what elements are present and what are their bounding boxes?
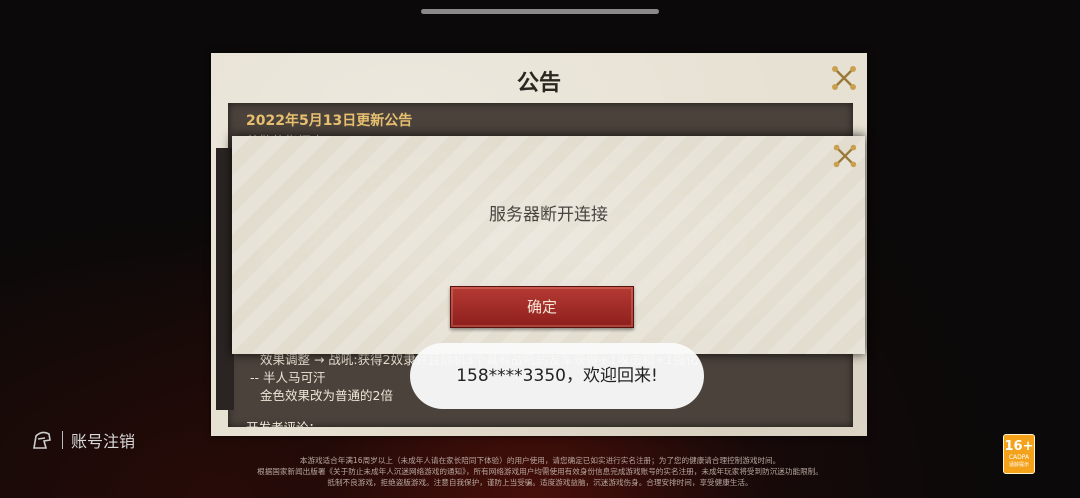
account-cancel-button[interactable]: 账号注销 — [30, 428, 135, 452]
confirm-button[interactable]: 确定 — [450, 286, 634, 328]
announcement-line: -- 半人马可汗 — [250, 370, 326, 385]
disclaimer-line: 抵制不良游戏，拒绝盗版游戏。注意自我保护，谨防上当受骗。适度游戏益脑，沉迷游戏伤… — [327, 478, 753, 487]
disclaimer-line: 本游戏适合年满16周岁以上（未成年人请在家长陪同下体验）的用户使用，请您确定已如… — [299, 456, 781, 465]
announcement-heading: 2022年5月13日更新公告 — [246, 113, 413, 129]
announcement-close-icon[interactable] — [829, 63, 859, 93]
announcement-line: 金色效果改为普通的2倍 — [260, 388, 393, 403]
disconnect-dialog: 服务器断开连接 确定 — [232, 136, 865, 354]
dialog-message: 服务器断开连接 — [489, 205, 608, 225]
age-rating-badge[interactable]: 16+ CADPA 适龄提示 — [1003, 434, 1035, 474]
disclaimer-line: 根据国家新闻出版署《关于防止未成年人沉迷网络游戏的通知》，所有网络游戏用户均需使… — [257, 467, 823, 476]
account-cancel-label: 账号注销 — [71, 432, 136, 451]
age-rating-number: 16+ — [1004, 438, 1034, 454]
announcement-title: 公告 — [516, 71, 561, 96]
announcement-line: 开发者评论： — [246, 417, 321, 427]
dialog-close-icon[interactable] — [831, 142, 859, 170]
age-rating-sublabel: 适龄提示 — [1008, 461, 1029, 468]
age-rating-label: CADPA — [1008, 453, 1030, 461]
account-divider — [62, 431, 63, 449]
home-indicator-bar[interactable] — [421, 9, 659, 14]
welcome-toast: 158****3350，欢迎回来! — [410, 343, 704, 409]
health-disclaimer: 本游戏适合年满16周岁以上（未成年人请在家长陪同下体验）的用户使用，请您确定已如… — [180, 455, 900, 488]
knight-helmet-icon — [33, 431, 51, 449]
